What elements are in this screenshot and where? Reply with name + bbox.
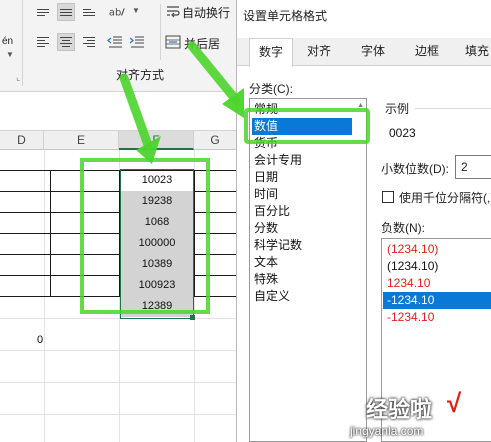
table-border (0, 254, 236, 255)
decimal-places-input[interactable]: 2 (455, 155, 491, 179)
dialog-title: 设置单元格格式 (243, 9, 328, 23)
dialog-tabs: 数字 对齐 字体 边框 填充 (237, 38, 491, 67)
column-header-g[interactable]: G (194, 131, 236, 150)
font-group-label: én (2, 36, 14, 47)
increase-indent-icon[interactable] (128, 33, 146, 51)
category-label: 分类(C): (249, 82, 293, 96)
gridline (0, 318, 236, 319)
tab-border[interactable]: 边框 (405, 38, 449, 66)
category-item-text[interactable]: 文本 (252, 254, 352, 271)
format-cells-dialog: 设置单元格格式 数字 对齐 字体 边框 填充 分类(C): ▲ 常规 数值 货币… (236, 0, 491, 442)
merge-center-button[interactable]: 并后居 (184, 35, 220, 52)
fill-handle[interactable] (190, 315, 195, 320)
category-list[interactable]: ▲ 常规 数值 货币 会计专用 日期 时间 百分比 分数 科学记数 文本 特殊 … (249, 98, 367, 442)
decrease-indent-icon[interactable] (106, 33, 124, 51)
negative-format-item[interactable]: -1234.10 (383, 309, 491, 326)
table-border (0, 233, 236, 234)
decimal-places-label: 小数位数(D): (381, 162, 449, 176)
negative-format-item[interactable]: -1234.10 (383, 292, 491, 309)
align-center-icon[interactable] (57, 33, 75, 51)
merge-center-icon[interactable] (164, 33, 182, 51)
category-item-date[interactable]: 日期 (252, 169, 352, 186)
ribbon-separator (160, 4, 161, 60)
svg-text:ab: ab (109, 8, 121, 19)
dropdown-arrow-icon[interactable]: ▼ (132, 6, 140, 15)
category-item-special[interactable]: 特殊 (252, 271, 352, 288)
column-header-e[interactable]: E (44, 131, 119, 150)
thousands-separator-checkbox[interactable] (382, 191, 394, 203)
spreadsheet-grid[interactable]: D E F G 10023 19238 1068 100000 10389 10… (0, 92, 236, 442)
column-header-d[interactable]: D (0, 131, 44, 150)
table-border (0, 296, 236, 297)
table-border (0, 212, 236, 213)
negative-format-item[interactable]: (1234.10) (383, 241, 491, 258)
thousands-separator-label[interactable]: 使用千位分隔符(,) (399, 189, 491, 206)
category-item-time[interactable]: 时间 (252, 186, 352, 203)
tab-fill[interactable]: 填充 (457, 38, 491, 66)
table-cell[interactable]: 0 (30, 330, 50, 351)
dropdown-arrow-icon[interactable]: ▼ (6, 50, 14, 59)
align-top-icon[interactable] (34, 3, 52, 21)
excel-ribbon: ab ▼ 自动换行 én ▼ 并后居 ⌞ 对齐方式 (0, 0, 236, 92)
dialog-launcher-icon[interactable]: ⌞ (16, 72, 20, 83)
table-border (50, 170, 51, 296)
ribbon-separator (22, 0, 23, 86)
category-item-fraction[interactable]: 分数 (252, 220, 352, 237)
watermark-url: jingyanla.com (350, 424, 424, 438)
tab-font[interactable]: 字体 (351, 38, 395, 66)
table-border (194, 170, 195, 296)
category-item-custom[interactable]: 自定义 (252, 288, 352, 305)
category-item-number[interactable]: 数值 (252, 118, 352, 135)
watermark-text: 经验啦 (366, 397, 433, 422)
watermark-check-icon: √ (447, 388, 462, 418)
column-header-f[interactable]: F (119, 131, 194, 150)
negative-numbers-label: 负数(N): (381, 221, 425, 235)
category-item-general[interactable]: 常规 (252, 101, 352, 118)
category-item-scientific[interactable]: 科学记数 (252, 237, 352, 254)
sample-divider (415, 108, 491, 109)
scroll-up-icon[interactable]: ▲ (357, 102, 364, 109)
gridline (0, 414, 236, 415)
negative-format-item[interactable]: 1234.10 (383, 275, 491, 292)
category-item-percentage[interactable]: 百分比 (252, 203, 352, 220)
tab-alignment[interactable]: 对齐 (297, 38, 341, 66)
table-border (0, 170, 236, 171)
sample-value: 0023 (389, 126, 416, 140)
wrap-text-icon[interactable] (164, 3, 182, 21)
table-border (0, 191, 236, 192)
column-header-row: D E F G (0, 130, 236, 150)
category-item-accounting[interactable]: 会计专用 (252, 152, 352, 169)
sample-label: 示例 (385, 102, 410, 116)
align-bottom-icon[interactable] (80, 3, 98, 21)
align-left-icon[interactable] (34, 33, 52, 51)
selection-range (120, 169, 194, 319)
text-orientation-icon[interactable]: ab (108, 3, 126, 21)
align-right-icon[interactable] (80, 33, 98, 51)
wrap-text-button[interactable]: 自动换行 (182, 4, 230, 21)
negative-format-item[interactable]: (1234.10) (383, 258, 491, 275)
category-item-currency[interactable]: 货币 (252, 135, 352, 152)
tab-number[interactable]: 数字 (249, 38, 293, 67)
gridline (0, 382, 236, 383)
alignment-group-label: 对齐方式 (116, 68, 165, 82)
table-border (0, 275, 236, 276)
align-middle-icon[interactable] (57, 3, 75, 21)
